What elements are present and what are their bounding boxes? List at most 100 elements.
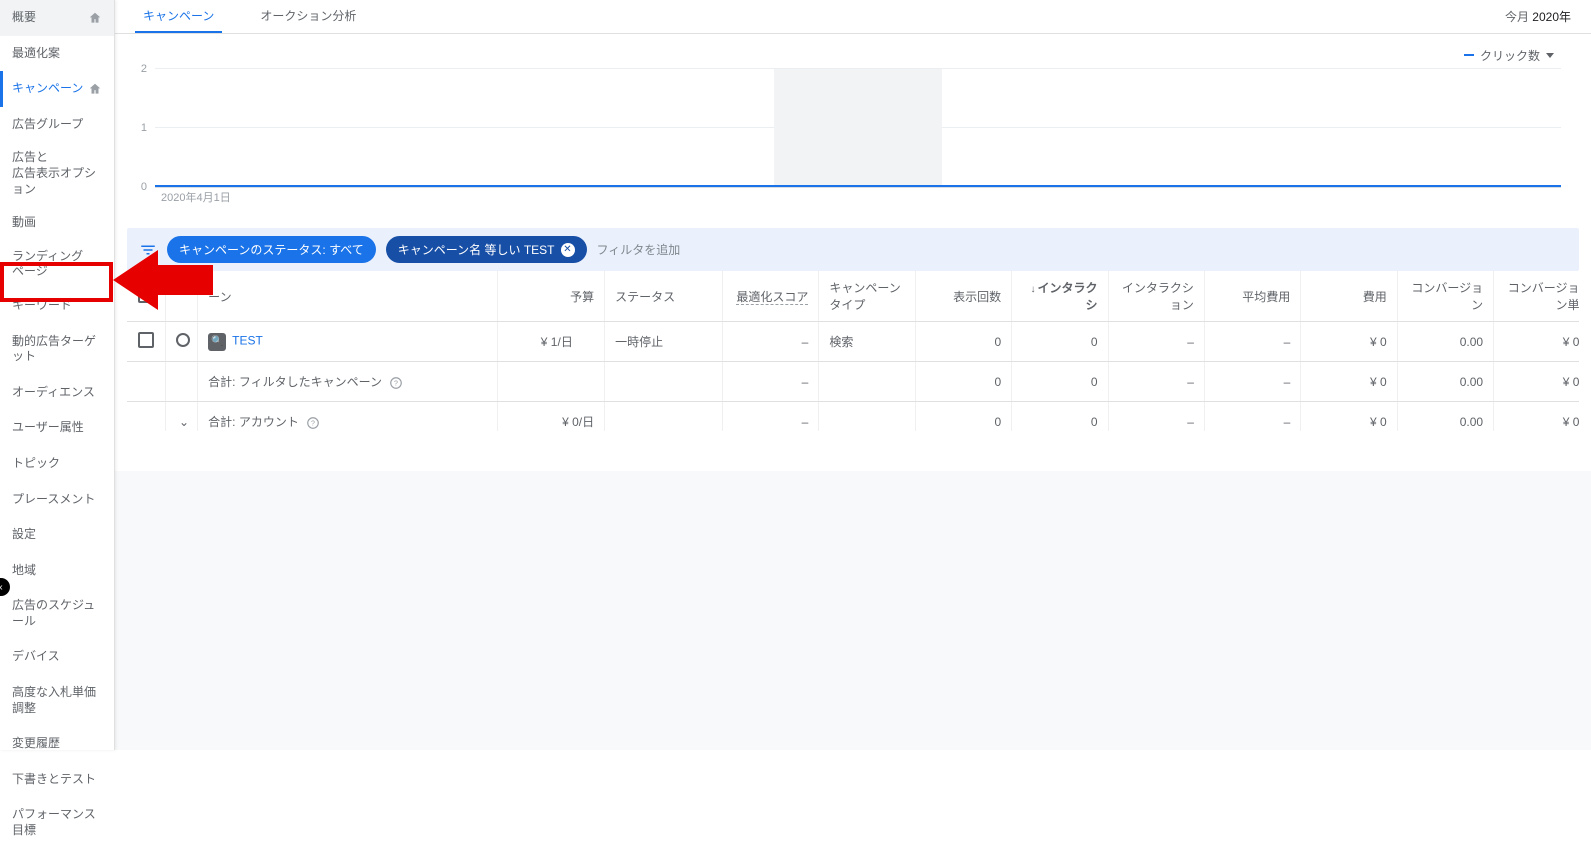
row-checkbox[interactable] [138,332,154,348]
tab-0[interactable]: キャンペーン [135,0,222,33]
cell-inter: 0 [1012,402,1108,431]
cell-opt: – [722,362,818,402]
cell-opt: – [722,322,818,362]
sidebar-item-19[interactable]: 下書きとテスト [0,762,114,798]
total-label: 合計: フィルタしたキャンペーン ? [198,362,498,402]
chart-plot: 0 1 2 2020年4月1日 [155,69,1561,189]
metric-selector[interactable]: クリック数 [1457,42,1561,69]
sidebar-item-12[interactable]: プレースメント [0,482,114,518]
col-impressions[interactable]: 表示回数 [915,271,1011,322]
cell-opt: – [722,402,818,431]
svg-text:?: ? [311,420,315,427]
status-icon[interactable] [176,333,190,347]
cell-conv-cost: ¥ 0 [1494,322,1579,362]
sidebar-item-7[interactable]: キーワード [0,288,114,324]
sidebar-item-4[interactable]: 広告と 広告表示オプション [0,142,114,205]
sidebar: 概要最適化案キャンペーン広告グループ広告と 広告表示オプション動画ランディング … [0,0,115,750]
y-axis-tick: 2 [141,63,155,75]
sidebar-item-16[interactable]: デバイス [0,639,114,675]
tabs-row: キャンペーンオークション分析 今月 2020年 [115,0,1591,34]
select-all-checkbox[interactable] [138,287,154,303]
table-total-row: ⌄合計: アカウント ?¥ 0/日–00––¥ 00.00¥ 00.00 [127,402,1579,431]
sidebar-item-3[interactable]: 広告グループ [0,107,114,143]
sidebar-item-label: キャンペーン [12,81,83,97]
filter-bar: キャンペーンのステータス: すべて キャンペーン名 等しい TEST ✕ フィル… [127,228,1579,271]
sidebar-item-1[interactable]: 最適化案 [0,36,114,72]
col-interaction-rate[interactable]: インタラクション [1108,271,1204,322]
cell-cost: ¥ 0 [1301,402,1397,431]
sidebar-item-13[interactable]: 設定 [0,517,114,553]
sidebar-item-8[interactable]: 動的広告ターゲット [0,324,114,375]
sidebar-item-11[interactable]: トピック [0,446,114,482]
cell-inter: 0 [1012,362,1108,402]
add-filter-input[interactable]: フィルタを追加 [597,241,681,258]
tab-1[interactable]: オークション分析 [252,0,364,33]
help-icon: ? [389,376,403,390]
sidebar-item-label: 下書きとテスト [12,772,96,788]
sidebar-item-label: 地域 [12,563,36,579]
sidebar-item-label: キーワード [12,298,72,314]
campaign-link[interactable]: TEST [232,333,263,347]
cell-impr: 0 [915,402,1011,431]
col-conversion-cost[interactable]: コンバージョン単 [1494,271,1579,322]
sort-down-icon: ↓ [1031,284,1036,295]
sidebar-item-label: 概要 [12,10,36,26]
col-interactions[interactable]: ↓インタラクシ [1012,271,1108,322]
y-axis-tick: 0 [141,181,155,193]
cell-inter: 0 [1012,322,1108,362]
col-avg-cost[interactable]: 平均費用 [1204,271,1300,322]
cell-inter-rate: – [1108,402,1204,431]
budget-edit-icon [580,336,594,350]
col-status[interactable]: ステータス [605,271,723,322]
empty-area [115,471,1591,750]
sidebar-item-18[interactable]: 変更履歴 [0,726,114,762]
cell-cost: ¥ 0 [1301,362,1397,402]
chart-series-line [155,185,1561,187]
sidebar-item-0[interactable]: 概要 [0,0,114,36]
help-icon: ? [306,416,320,430]
cell-conv: 0.00 [1397,402,1493,431]
sidebar-item-20[interactable]: パフォーマンス目標 [0,797,114,848]
sidebar-item-5[interactable]: 動画 [0,205,114,241]
cell-impr: 0 [915,322,1011,362]
sidebar-item-10[interactable]: ユーザー属性 [0,410,114,446]
y-axis-tick: 1 [141,122,155,134]
col-cost[interactable]: 費用 [1301,271,1397,322]
date-range-picker[interactable]: 今月 2020年 [1505,8,1571,25]
sidebar-item-9[interactable]: オーディエンス [0,375,114,411]
filter-chip-status[interactable]: キャンペーンのステータス: すべて [167,236,376,263]
sidebar-item-label: オーディエンス [12,385,95,401]
filter-chip-name[interactable]: キャンペーン名 等しい TEST ✕ [386,236,587,263]
total-label: 合計: アカウント ? [198,402,498,431]
home-icon [88,11,102,25]
close-icon[interactable]: ✕ [561,243,575,257]
chevron-down-icon [1546,53,1554,58]
series-color-swatch [1464,54,1474,56]
sidebar-item-label: 動的広告ターゲット [12,334,102,365]
sidebar-item-label: 動画 [12,215,36,231]
sidebar-item-15[interactable]: 広告のスケジュール [0,588,114,639]
sidebar-item-17[interactable]: 高度な入札単価調整 [0,675,114,726]
col-budget[interactable]: 予算 [498,271,605,322]
search-icon: 🔍 [208,333,226,351]
cell-avg-cost: – [1204,362,1300,402]
svg-text:?: ? [394,380,398,387]
sidebar-item-label: プレースメント [12,492,95,508]
campaigns-table: ーン 予算 ステータス 最適化スコア キャンペーン タイプ 表示回数 ↓インタラ… [127,271,1579,430]
sidebar-item-label: 設定 [12,527,36,543]
sidebar-item-2[interactable]: キャンペーン [0,71,114,107]
chevron-down-icon[interactable]: ⌄ [176,415,192,429]
cell-conv-cost: ¥ 0 [1494,402,1579,431]
sidebar-item-6[interactable]: ランディング ページ [0,241,114,288]
cell-budget[interactable]: ¥ 1/日 [498,322,605,362]
col-campaign[interactable]: ーン [198,271,498,322]
cell-avg-cost: – [1204,322,1300,362]
col-optimization-score[interactable]: 最適化スコア [722,271,818,322]
sidebar-item-label: 広告グループ [12,117,83,133]
col-conversions[interactable]: コンバージョン [1397,271,1493,322]
sidebar-item-14[interactable]: 地域 [0,553,114,589]
sidebar-item-label: トピック [12,456,60,472]
col-campaign-type[interactable]: キャンペーン タイプ [819,271,915,322]
cell-status: 一時停止 [605,322,723,362]
cell-impr: 0 [915,362,1011,402]
